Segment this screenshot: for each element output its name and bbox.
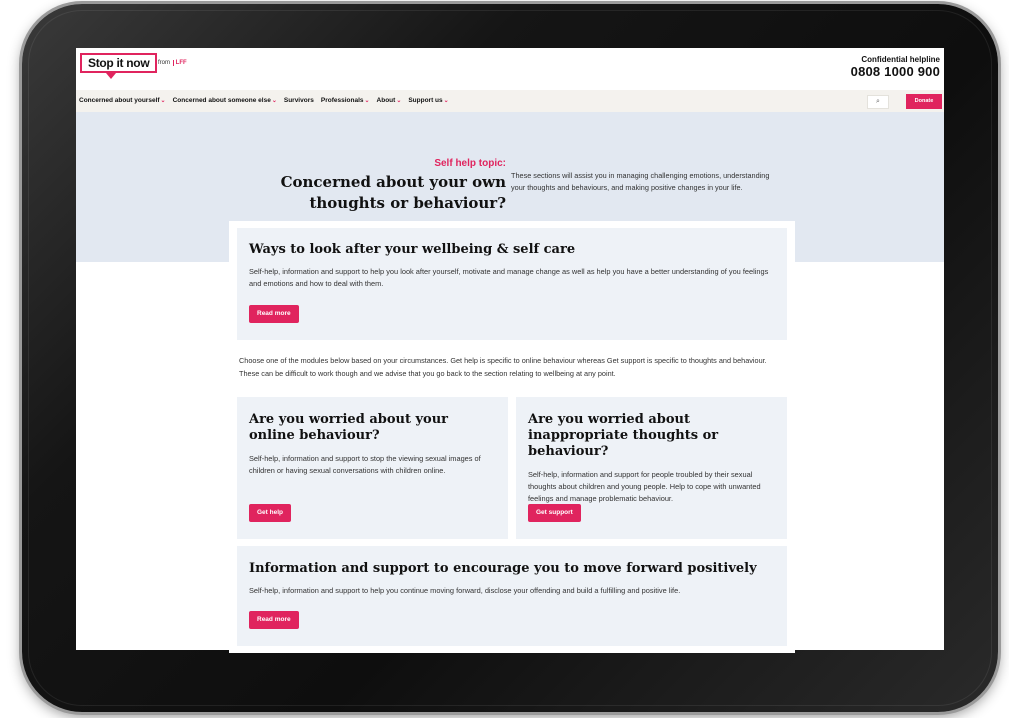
wellbeing-card: Ways to look after your wellbeing & self…	[237, 228, 787, 340]
nav-item-label: Support us	[408, 97, 443, 104]
from-lff-badge: from LFF	[158, 60, 187, 66]
wellbeing-title: Ways to look after your wellbeing & self…	[249, 242, 576, 257]
nav-item-survivors[interactable]: Survivors	[284, 97, 314, 104]
search-icon: ⌕	[876, 98, 880, 105]
get-help-button[interactable]: Get help	[249, 504, 292, 522]
nav-item-label: Concerned about someone else	[172, 97, 271, 104]
online-behaviour-text: Self-help, information and support to st…	[249, 454, 481, 475]
nav-item-label: Professionals	[320, 97, 364, 104]
chevron-down-icon: ⌄	[364, 98, 370, 104]
main-nav: Concerned about yourself⌄ Concerned abou…	[76, 90, 944, 112]
nav-item-label: Survivors	[283, 97, 314, 104]
logo-speech-tail	[106, 73, 116, 79]
nav-item-concerned-yourself[interactable]: Concerned about yourself⌄	[79, 97, 166, 104]
inappropriate-thoughts-card: Are you worried about inappropriate thou…	[516, 397, 787, 539]
online-behaviour-card: Are you worried about your online behavi…	[237, 397, 508, 539]
from-prefix: from	[158, 60, 170, 66]
hero-kicker: Self help topic:	[434, 158, 506, 169]
nav-item-professionals[interactable]: Professionals⌄	[321, 97, 370, 104]
nav-item-about[interactable]: About⌄	[377, 97, 402, 104]
get-support-button[interactable]: Get support	[528, 504, 581, 522]
nav-item-label: Concerned about yourself	[79, 97, 160, 104]
move-forward-text: Self-help, information and support to he…	[249, 586, 681, 595]
inappropriate-thoughts-title: Are you worried about inappropriate thou…	[528, 412, 719, 459]
move-forward-title: Information and support to encourage you…	[249, 561, 757, 576]
hero-description: These sections will assist you in managi…	[511, 171, 770, 192]
site-header: Stop it now from LFF Confidential helpli…	[76, 48, 944, 88]
donate-button[interactable]: Donate	[906, 94, 942, 109]
site-logo[interactable]: Stop it now	[80, 53, 158, 73]
page-title: Concerned about your own thoughts or beh…	[280, 173, 506, 212]
move-forward-read-more-button[interactable]: Read more	[249, 611, 299, 629]
content-panel: Ways to look after your wellbeing & self…	[229, 221, 795, 653]
wellbeing-text: Self-help, information and support to he…	[249, 267, 769, 288]
nav-item-concerned-someone-else[interactable]: Concerned about someone else⌄	[173, 97, 277, 104]
nav-items: Concerned about yourself⌄ Concerned abou…	[79, 97, 449, 104]
search-button[interactable]: ⌕	[867, 95, 889, 109]
nav-item-label: About	[376, 97, 396, 104]
chevron-down-icon: ⌄	[443, 98, 449, 104]
lff-brand: LFF	[172, 60, 187, 66]
chevron-down-icon: ⌄	[160, 98, 166, 104]
move-forward-card: Information and support to encourage you…	[237, 546, 787, 646]
wellbeing-read-more-button[interactable]: Read more	[249, 305, 299, 323]
modules-intro: Choose one of the modules below based on…	[239, 356, 767, 378]
nav-item-support-us[interactable]: Support us⌄	[408, 97, 448, 104]
helpline-number[interactable]: 0808 1000 900	[851, 64, 940, 79]
online-behaviour-title: Are you worried about your online behavi…	[249, 412, 449, 443]
inappropriate-thoughts-text: Self-help, information and support for p…	[528, 470, 761, 503]
helpline-label: Confidential helpline	[861, 55, 940, 64]
chevron-down-icon: ⌄	[271, 98, 277, 104]
chevron-down-icon: ⌄	[396, 98, 402, 104]
